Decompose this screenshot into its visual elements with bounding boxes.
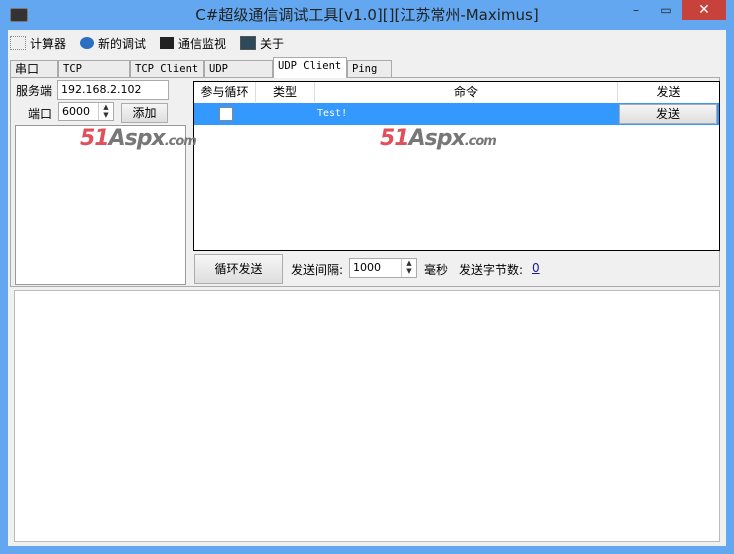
menu-calculator[interactable]: 计算器 xyxy=(10,35,66,52)
row-type: ASCII xyxy=(270,129,301,140)
calculator-icon xyxy=(10,36,26,50)
interval-stepper[interactable]: 1000 ▲ ▼ xyxy=(349,258,417,278)
menu-new-debug[interactable]: 新的调试 xyxy=(80,35,146,52)
menu-about[interactable]: 关于 xyxy=(240,35,284,52)
command-grid: 参与循环 类型 命令 发送 ASCII Test! 发送 xyxy=(193,81,720,251)
port-value: 6000 xyxy=(62,105,90,118)
bytes-label: 发送字节数: xyxy=(459,263,524,277)
interval-unit: 毫秒 xyxy=(424,263,449,277)
interval-label: 发送间隔: xyxy=(291,263,344,277)
interval-value: 1000 xyxy=(353,261,381,274)
bytes-count-link[interactable]: 0 xyxy=(532,261,540,275)
server-label: 服务端 xyxy=(16,84,53,98)
watermark-logo: 51Aspx.com xyxy=(80,126,197,151)
header-send: 发送 xyxy=(656,85,681,99)
add-button[interactable]: 添加 xyxy=(121,103,168,123)
menu-label: 通信监视 xyxy=(178,36,227,51)
row-command[interactable]: Test! xyxy=(317,103,347,125)
tab-tcp-client[interactable]: TCP Client xyxy=(130,60,204,77)
tab-ping[interactable]: Ping xyxy=(347,60,392,77)
table-row[interactable]: ASCII Test! 发送 xyxy=(194,103,719,140)
loop-checkbox[interactable] xyxy=(219,107,233,121)
minimize-button[interactable]: – xyxy=(622,0,650,20)
port-label: 端口 xyxy=(28,107,53,121)
server-input[interactable]: 192.168.2.102 xyxy=(57,80,169,100)
port-stepper[interactable]: 6000 ▲ ▼ xyxy=(58,102,114,121)
spin-arrows-icon[interactable]: ▲ ▼ xyxy=(401,259,416,277)
window-title: C#超级通信调试工具[v1.0][][江苏常州-Maximus] xyxy=(195,6,539,24)
header-loop: 参与循环 xyxy=(194,82,256,102)
spin-arrows-icon[interactable]: ▲ ▼ xyxy=(98,103,113,120)
menu-label: 关于 xyxy=(260,36,285,51)
globe-icon xyxy=(80,37,95,49)
header-command: 命令 xyxy=(315,82,618,102)
menu-label: 计算器 xyxy=(30,36,67,51)
menu-bar: 计算器 新的调试 通信监视 关于 xyxy=(10,32,284,54)
tab-udp-server[interactable]: UDP Server xyxy=(204,60,273,92)
tab-udp-client[interactable]: UDP Client xyxy=(273,57,347,78)
info-icon xyxy=(240,36,257,50)
monitor-icon xyxy=(160,37,175,49)
menu-label: 新的调试 xyxy=(98,36,147,51)
tab-tcp-server[interactable]: TCP Server xyxy=(58,60,130,92)
app-icon xyxy=(10,8,28,22)
close-button[interactable]: ✕ xyxy=(682,0,726,20)
output-textarea[interactable] xyxy=(14,290,720,542)
header-type: 类型 xyxy=(256,82,315,102)
menu-monitor[interactable]: 通信监视 xyxy=(160,35,226,52)
row-send-button[interactable]: 发送 xyxy=(619,104,717,124)
watermark-logo: 51Aspx.com xyxy=(380,126,497,151)
maximize-button[interactable]: ▭ xyxy=(652,0,680,20)
loop-send-button[interactable]: 循环发送 xyxy=(194,254,283,284)
tab-serial[interactable]: 串口 xyxy=(10,60,58,77)
